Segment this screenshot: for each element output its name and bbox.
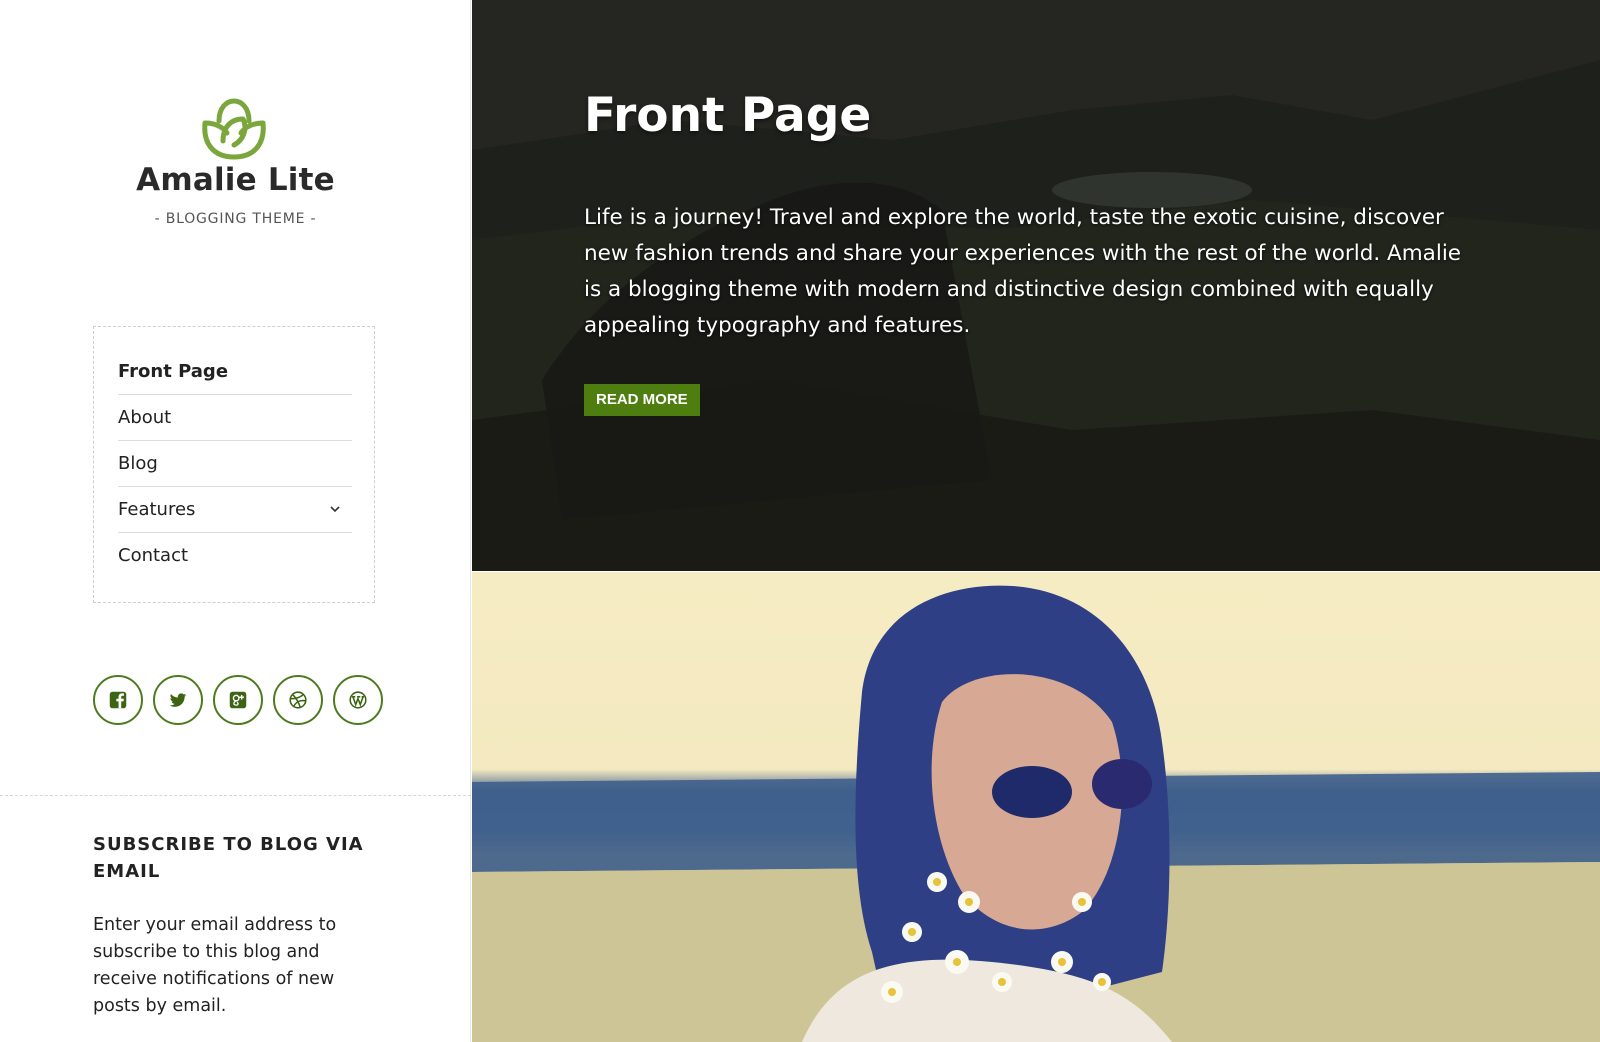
dribbble-link[interactable] (273, 675, 323, 725)
nav-item-label: Front Page (118, 361, 229, 382)
nav-item-label: Blog (118, 453, 158, 474)
twitter-link[interactable] (153, 675, 203, 725)
nav-item-contact[interactable]: Contact (118, 533, 352, 578)
subscribe-widget-text: Enter your email address to subscribe to… (93, 915, 337, 1016)
post-featured-image[interactable] (472, 572, 1600, 1042)
chevron-down-icon[interactable] (328, 502, 342, 516)
main-navigation: Front Page About Blog Features Contact (93, 326, 375, 603)
site-title[interactable]: Amalie Lite (0, 162, 471, 198)
hero-excerpt: Life is a journey! Travel and explore th… (584, 205, 1462, 338)
site-tagline: - BLOGGING THEME - (154, 211, 317, 227)
facebook-icon (109, 691, 127, 709)
hero-post[interactable]: Front Page Life is a journey! Travel and… (472, 0, 1600, 571)
nav-item-features[interactable]: Features (118, 487, 352, 533)
google-plus-link[interactable] (213, 675, 263, 725)
twitter-icon (169, 693, 187, 707)
sidebar-divider (0, 795, 471, 796)
wordpress-link[interactable] (333, 675, 383, 725)
nav-item-about[interactable]: About (118, 395, 352, 441)
nav-item-blog[interactable]: Blog (118, 441, 352, 487)
nav-item-label: About (118, 407, 172, 428)
nav-item-label: Contact (118, 545, 189, 566)
portrait-image (472, 585, 1600, 1042)
sidebar: Amalie Lite - BLOGGING THEME - Front Pag… (0, 0, 471, 1042)
facebook-link[interactable] (93, 675, 143, 725)
rose-logo-icon[interactable] (197, 97, 271, 161)
dribbble-icon (289, 691, 307, 709)
nav-list: Front Page About Blog Features Contact (118, 349, 352, 578)
nav-item-label: Features (118, 499, 196, 520)
subscribe-widget-title: SUBSCRIBE TO BLOG VIA EMAIL (93, 834, 364, 882)
hero-title[interactable]: Front Page (584, 88, 871, 143)
read-more-button[interactable]: READ MORE (584, 384, 700, 416)
nav-item-front-page[interactable]: Front Page (118, 349, 352, 395)
google-plus-icon (229, 691, 247, 709)
wordpress-icon (349, 691, 367, 709)
social-links (93, 675, 393, 725)
